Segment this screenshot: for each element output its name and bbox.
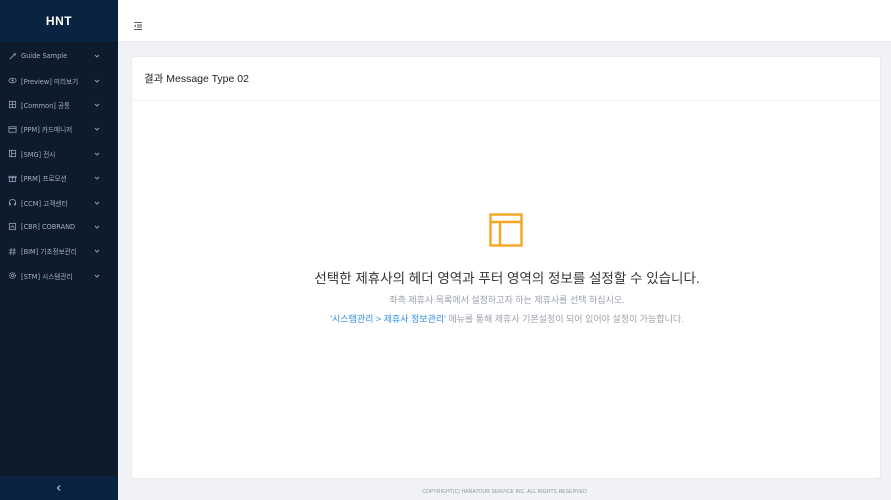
sidebar-item-common[interactable]: [Common] 공통 bbox=[0, 93, 118, 117]
sidebar-item-cbr[interactable]: [CBR] COBRAND bbox=[0, 215, 118, 239]
chevron-down-icon bbox=[94, 126, 100, 132]
card-icon bbox=[8, 125, 17, 134]
sidebar-item-bim[interactable]: [BIM] 기초정보관리 bbox=[0, 239, 118, 263]
sidebar-item-label: Guide Sample bbox=[21, 52, 68, 61]
sidebar-item-preview[interactable]: [Preview] 미리보기 bbox=[0, 68, 118, 92]
sidebar-item-label: [SMG] 전시 bbox=[21, 150, 56, 159]
settings-icon bbox=[8, 271, 17, 280]
preview-icon bbox=[8, 76, 17, 85]
chevron-down-icon bbox=[94, 151, 100, 157]
chevron-down-icon bbox=[94, 102, 100, 108]
cobrand-icon bbox=[8, 222, 17, 231]
message-note: '시스템관리 > 제휴사 정보관리' 메뉴를 통해 제휴사 기본설정이 되어 있… bbox=[132, 312, 882, 325]
sidebar-item-label: [PPM] 카드매니저 bbox=[21, 126, 73, 135]
brand-logo[interactable]: HNT bbox=[0, 0, 118, 42]
menu-fold-icon bbox=[134, 22, 142, 30]
sidebar-item-label: [BIM] 기초정보관리 bbox=[21, 248, 77, 257]
common-icon bbox=[8, 100, 17, 109]
footer-copyright: COPYRIGHT(C) HANATOUR SERVICE INC. ALL R… bbox=[422, 489, 587, 495]
system-partner-info-link[interactable]: '시스템관리 > 제휴사 정보관리' bbox=[330, 314, 446, 324]
sidebar-item-label: [STM] 시스템관리 bbox=[21, 272, 73, 281]
sidebar: HNT Guide Sample [Preview] 미리보기 [Common]… bbox=[0, 0, 118, 500]
content-card: 결과 Message Type 02 선택한 제휴사의 헤더 영역과 푸터 영역… bbox=[131, 56, 881, 479]
brand-text: HNT bbox=[45, 14, 73, 28]
sidebar-item-stm[interactable]: [STM] 시스템관리 bbox=[0, 264, 118, 288]
chevron-down-icon bbox=[94, 175, 100, 181]
sidebar-item-label: [CBR] COBRAND bbox=[21, 222, 76, 231]
chevron-down-icon bbox=[94, 224, 100, 230]
chevron-left-icon bbox=[56, 485, 61, 491]
sidebar-item-ppm[interactable]: [PPM] 카드매니저 bbox=[0, 117, 118, 141]
sidebar-item-label: [Preview] 미리보기 bbox=[21, 77, 79, 86]
sidebar-item-label: [CCM] 고객센터 bbox=[21, 199, 68, 208]
chevron-down-icon bbox=[94, 200, 100, 206]
sidebar-collapse-button[interactable] bbox=[0, 476, 118, 500]
sidebar-item-guide-sample[interactable]: Guide Sample bbox=[0, 44, 118, 68]
menu-toggle-button[interactable] bbox=[133, 16, 143, 30]
sidebar-item-label: [PRM] 프로모션 bbox=[21, 175, 67, 184]
sidebar-item-smg[interactable]: [SMG] 전시 bbox=[0, 142, 118, 166]
chevron-down-icon bbox=[94, 273, 100, 279]
sidebar-item-ccm[interactable]: [CCM] 고객센터 bbox=[0, 190, 118, 214]
message-note-text: 메뉴를 통해 제휴사 기본설정이 되어 있어야 설정이 가능합니다. bbox=[445, 314, 684, 324]
layout-icon bbox=[489, 213, 523, 247]
chevron-down-icon bbox=[94, 53, 100, 59]
sidebar-menu: Guide Sample [Preview] 미리보기 [Common] 공통 bbox=[0, 44, 118, 288]
hash-icon bbox=[8, 247, 17, 256]
chevron-down-icon bbox=[94, 248, 100, 254]
sidebar-item-prm[interactable]: [PRM] 프로모션 bbox=[0, 166, 118, 190]
headset-icon bbox=[8, 198, 17, 207]
card-header: 결과 Message Type 02 bbox=[132, 57, 880, 101]
sidebar-item-label: [Common] 공통 bbox=[21, 101, 71, 110]
top-bar bbox=[118, 0, 891, 42]
guide-icon bbox=[8, 52, 17, 61]
promotion-icon bbox=[8, 174, 17, 183]
chevron-down-icon bbox=[94, 78, 100, 84]
display-icon bbox=[8, 149, 17, 158]
message-subtitle: 좌측 제휴사 목록에서 설정하고자 하는 제휴사를 선택 하십시오. bbox=[389, 295, 625, 305]
card-title: 결과 Message Type 02 bbox=[144, 73, 249, 85]
message-title: 선택한 제휴사의 헤더 영역과 푸터 영역의 정보를 설정할 수 있습니다. bbox=[314, 271, 700, 286]
